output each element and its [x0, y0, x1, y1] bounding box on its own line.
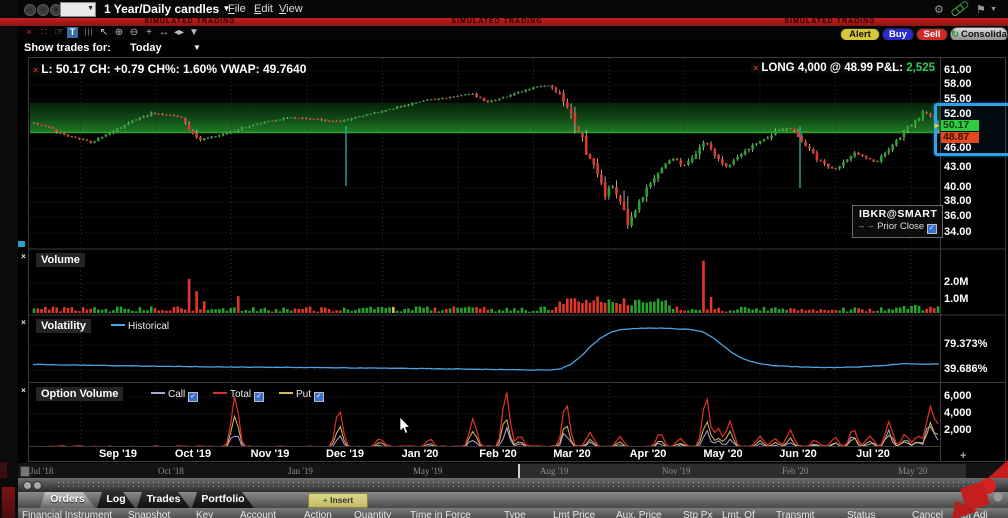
y-tick-label: 55.00	[944, 93, 972, 105]
y-tick-label: 52.00	[944, 108, 972, 120]
x-tick-label: Mar '20	[553, 448, 590, 460]
call-legend[interactable]: Call ✓	[148, 389, 198, 402]
x-tick-label: May '20	[703, 448, 742, 460]
column-header[interactable]: Aux. Price	[616, 510, 662, 518]
put-legend[interactable]: Put ✓	[276, 389, 324, 402]
y-tick-label: 6,000	[944, 390, 972, 402]
x-tick-label: Feb '20	[479, 448, 516, 460]
option-volume-panel-title[interactable]: Option Volume	[36, 387, 123, 401]
column-header[interactable]: Key	[196, 510, 213, 518]
column-header[interactable]: Time in Force	[410, 510, 471, 518]
prior-close-checkbox[interactable]: ✓	[927, 224, 937, 234]
scrollbar-home-button[interactable]	[20, 466, 30, 477]
charts-svg	[0, 0, 1008, 518]
close-volume-panel-button[interactable]: ×	[19, 252, 28, 261]
y-tick-label: 43.00	[944, 161, 972, 173]
column-header[interactable]: Aut Adj	[956, 510, 988, 518]
x-tick-label: Nov '19	[251, 448, 290, 460]
volume-panel-title[interactable]: Volume	[36, 253, 85, 267]
axis-plus-icon[interactable]: +	[960, 450, 966, 462]
x-tick-label: Jul '20	[856, 448, 890, 460]
y-tick-label: 58.00	[944, 78, 972, 90]
timeline-label: Feb '20	[782, 466, 808, 476]
y-tick-label: 79.373%	[944, 338, 987, 350]
column-header[interactable]: Quantity	[354, 510, 391, 518]
y-tick-label: 2.0M	[944, 276, 968, 288]
line-swatch	[151, 392, 165, 394]
chart-legend: IBKR@SMART – – Prior Close ✓	[852, 205, 943, 238]
line-swatch	[279, 392, 293, 394]
line-swatch	[213, 392, 227, 394]
last-price-tag: 50.17	[941, 120, 979, 131]
x-tick-label: Oct '19	[175, 448, 211, 460]
column-header[interactable]: Snapshot	[128, 510, 170, 518]
y-tick-label: 34.00	[944, 226, 972, 238]
column-header[interactable]: Financial Instrument	[22, 510, 112, 518]
column-header[interactable]: Status	[847, 510, 875, 518]
panel-resize-marker[interactable]	[18, 241, 25, 247]
y-tick-label: 36.00	[944, 210, 972, 222]
column-header[interactable]: Stp Px	[683, 510, 712, 518]
column-header[interactable]: Account	[240, 510, 276, 518]
bottom-tabs-bar: OrdersLogTradesPortfolio + Insert Column	[18, 492, 1008, 508]
pnl-value: 2,525	[906, 62, 935, 74]
put-checkbox[interactable]: ✓	[314, 392, 324, 402]
tab-trades[interactable]: Trades	[137, 492, 190, 508]
insert-column-button[interactable]: + Insert Column	[308, 493, 368, 508]
legend-prior-close[interactable]: – – Prior Close ✓	[859, 221, 942, 234]
timeline-label: Aug '19	[540, 466, 568, 476]
close-icon[interactable]: ×	[753, 63, 758, 73]
quote-header: ×L: 50.17 CH: +0.79 CH%: 1.60% VWAP: 49.…	[30, 62, 309, 76]
y-tick-label: 2,000	[944, 424, 972, 436]
call-checkbox[interactable]: ✓	[188, 392, 198, 402]
y-tick-label: 1.0M	[944, 293, 968, 305]
x-tick-label: Jun '20	[779, 448, 816, 460]
splitter-expand-button[interactable]	[33, 481, 42, 490]
y-tick-label: 46.00	[944, 142, 972, 154]
column-header[interactable]: Action	[304, 510, 332, 518]
volatility-legend: Historical	[108, 321, 169, 332]
timeline-label: Oct '18	[158, 466, 184, 476]
total-checkbox[interactable]: ✓	[254, 392, 264, 402]
last-price-arrow-icon: ►	[933, 121, 941, 130]
close-icon[interactable]: ×	[33, 65, 38, 75]
tab-orders[interactable]: Orders	[40, 492, 95, 508]
y-tick-label: 4,000	[944, 407, 972, 419]
y-tick-label: 38.00	[944, 195, 972, 207]
trading-app-window: { "titlebar": { "title": "1 Year/Daily c…	[0, 0, 1008, 518]
x-tick-label: Apr '20	[630, 448, 667, 460]
line-swatch	[111, 324, 125, 326]
timeline-label: May '20	[898, 466, 927, 476]
timeline-label: May '19	[413, 466, 442, 476]
close-option-volume-panel-button[interactable]: ×	[19, 386, 28, 395]
panel-splitter[interactable]	[18, 478, 1008, 492]
column-header[interactable]: Lmt. Of	[722, 510, 755, 518]
x-tick-label: Jan '20	[402, 448, 439, 460]
tab-log[interactable]: Log	[97, 492, 135, 508]
y-tick-label: 40.00	[944, 181, 972, 193]
column-header[interactable]: Lmt Price	[553, 510, 595, 518]
timeline-scrollbar[interactable]: Jul '18 Oct '18 Jan '19 May '19 Aug '19 Nov '…	[18, 462, 1008, 479]
y-tick-label: 61.00	[944, 64, 972, 76]
timeline-label: Jul '18	[30, 466, 53, 476]
tab-portfolio[interactable]: Portfolio	[192, 492, 254, 508]
orders-column-headers: Financial Instrument Snapshot Key Account Ac…	[18, 508, 1008, 518]
x-tick-label: Dec '19	[326, 448, 364, 460]
splitter-dots	[58, 486, 998, 487]
splitter-dots	[58, 482, 998, 483]
total-legend[interactable]: Total ✓	[210, 389, 264, 402]
timeline-label: Nov '19	[662, 466, 690, 476]
column-header[interactable]: Cancel	[912, 510, 943, 518]
column-header[interactable]: Type	[504, 510, 526, 518]
column-header[interactable]: Transmit	[776, 510, 815, 518]
volatility-panel-title[interactable]: Volatility	[36, 319, 91, 333]
dash-swatch: – –	[859, 221, 875, 231]
legend-symbol: IBKR@SMART	[859, 208, 942, 220]
splitter-collapse-button[interactable]	[23, 481, 32, 490]
timeline-label: Jan '19	[288, 466, 313, 476]
position-header: ×LONG 4,000 @ 48.99 P&L: 2,525	[750, 62, 938, 74]
close-volatility-panel-button[interactable]: ×	[19, 318, 28, 327]
x-tick-label: Sep '19	[99, 448, 137, 460]
y-tick-label: 39.686%	[944, 363, 987, 375]
